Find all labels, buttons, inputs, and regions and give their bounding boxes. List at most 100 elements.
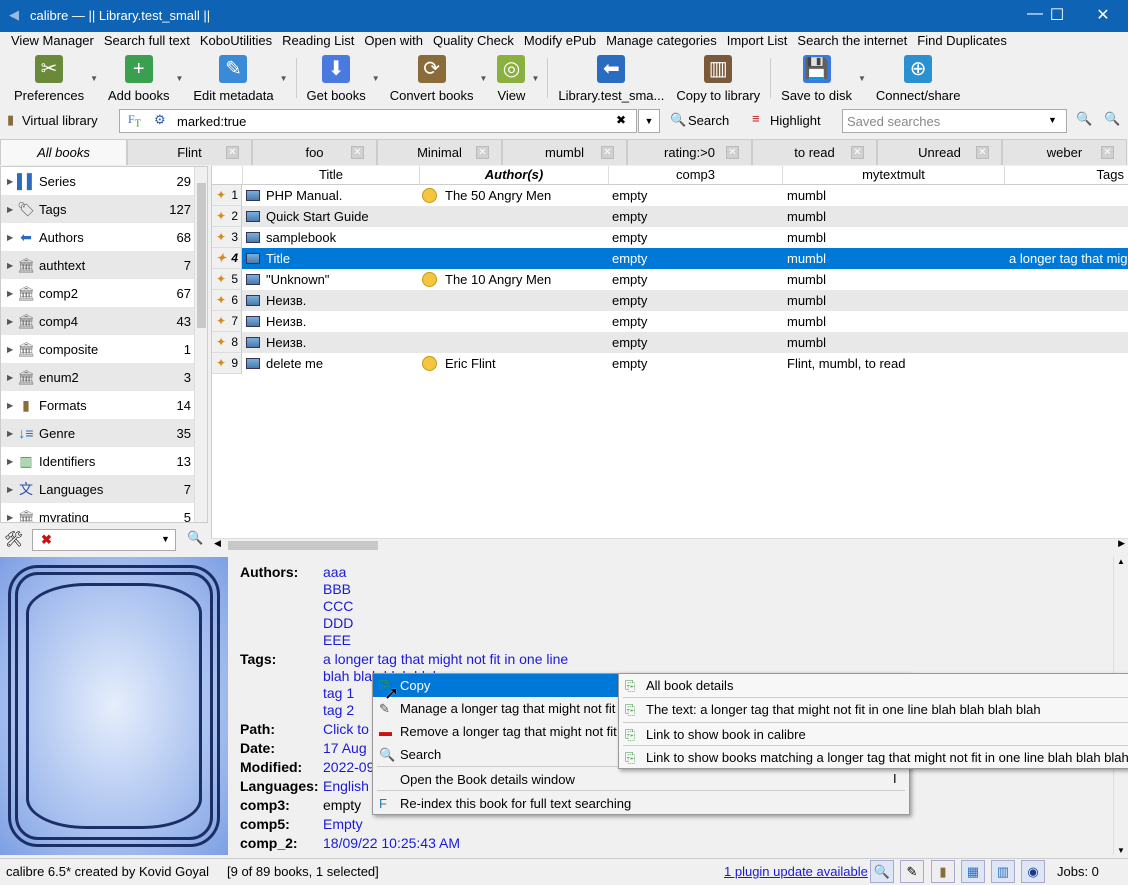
- tag-category-series[interactable]: ▶ ▌▌ Series 29: [1, 167, 195, 195]
- tab-minimal[interactable]: Minimal ✕: [377, 139, 502, 165]
- detail-value[interactable]: tag 2: [323, 702, 354, 718]
- menu-modify-epub[interactable]: Modify ePub: [519, 32, 601, 51]
- menu-find-duplicates[interactable]: Find Duplicates: [912, 32, 1012, 51]
- table-row[interactable]: ✦6Неизв.Cajkovskij, Petr Ilicemptymumbl: [212, 290, 1128, 311]
- tag-browser-filter-input[interactable]: ✖ ▼: [32, 529, 176, 551]
- tag-category-tags[interactable]: ▶ 🏷 Tags 127: [1, 195, 195, 223]
- search-history-dropdown[interactable]: ▼: [638, 109, 660, 133]
- table-row[interactable]: ✦7Неизв.Булгариан, фанemptymumbl: [212, 311, 1128, 332]
- table-row[interactable]: ✦ 5 "Unknown" The 10 Angry Men empty mumbl: [212, 269, 1128, 290]
- close-tab-icon[interactable]: ✕: [351, 146, 364, 159]
- tab-rating-0[interactable]: rating:>0 ✕: [627, 139, 752, 165]
- detail-value[interactable]: CCC: [323, 598, 353, 614]
- tab-mumbl[interactable]: mumbl ✕: [502, 139, 627, 165]
- close-tab-icon[interactable]: ✕: [1101, 146, 1114, 159]
- menu-manage-categories[interactable]: Manage categories: [601, 32, 722, 51]
- clear-icon[interactable]: ✖: [41, 532, 52, 548]
- column-header-tags[interactable]: Tags: [1005, 166, 1128, 185]
- saved-search-icon[interactable]: 🔍: [1076, 111, 1092, 127]
- dropdown-arrow-icon[interactable]: ▼: [372, 74, 380, 83]
- expand-arrow-icon[interactable]: ▶: [7, 429, 17, 438]
- detail-value[interactable]: aaa: [323, 564, 346, 580]
- detail-value[interactable]: a longer tag that might not fit in one l…: [323, 651, 568, 667]
- detail-value[interactable]: EEE: [323, 632, 351, 648]
- detail-value[interactable]: DDD: [323, 615, 353, 631]
- tag-category-authtext[interactable]: ▶ 🏛 authtext 7: [1, 251, 195, 279]
- tag-category-myrating[interactable]: ▶ 🏛 myrating 5: [1, 503, 195, 523]
- grid-view-icon[interactable]: ▦: [961, 860, 985, 883]
- close-tab-icon[interactable]: ✕: [976, 146, 989, 159]
- detail-value[interactable]: 17 Aug: [323, 740, 367, 756]
- detail-value[interactable]: tag 1: [323, 685, 354, 701]
- tab-to-read[interactable]: to read ✕: [752, 139, 877, 165]
- tag-category-authors[interactable]: ▶ ⬅ Authors 68: [1, 223, 195, 251]
- toolbar-copy-to-librarybutton[interactable]: ▥ Copy to library: [670, 52, 766, 104]
- row-number[interactable]: ✦ 4: [212, 248, 242, 269]
- detail-value[interactable]: English: [323, 778, 369, 794]
- chevron-down-icon[interactable]: ▼: [1048, 115, 1057, 125]
- toolbar-get-booksbutton[interactable]: ⬇ Get books: [301, 52, 372, 104]
- row-number[interactable]: ✦ 6: [212, 290, 242, 311]
- search-icon[interactable]: 🔍: [870, 860, 894, 883]
- detail-value[interactable]: BBB: [323, 581, 351, 597]
- tag-category-formats[interactable]: ▶ ▮ Formats 14: [1, 391, 195, 419]
- horizontal-scrollbar[interactable]: ◀ ▶: [211, 538, 1128, 552]
- dropdown-arrow-icon[interactable]: ▼: [480, 74, 488, 83]
- menu-search-full-text[interactable]: Search full text: [99, 32, 195, 51]
- close-button[interactable]: ✕: [1080, 5, 1126, 25]
- detail-value[interactable]: Empty: [323, 816, 363, 832]
- context-menu-item-reindex[interactable]: F Re-index this book for full text search…: [373, 792, 909, 815]
- dropdown-arrow-icon[interactable]: ▼: [90, 74, 98, 83]
- expand-arrow-icon[interactable]: ▶: [7, 373, 17, 382]
- copy-submenu-item[interactable]: ⎘ All book details: [619, 674, 1128, 697]
- add-saved-search-icon[interactable]: 🔍: [1104, 111, 1120, 127]
- table-row[interactable]: ✦4Titleaaa & BBB & CCC & DD...emptymumbl…: [212, 248, 1128, 269]
- tag-category-languages[interactable]: ▶ 文 Languages 7: [1, 475, 195, 503]
- table-row[interactable]: ✦2Quick Start GuideJohn Schemberemptymum…: [212, 206, 1128, 227]
- menu-search-the-internet[interactable]: Search the internet: [792, 32, 912, 51]
- toolbar-convert-booksbutton[interactable]: ⟳ Convert books: [384, 52, 480, 104]
- tab-unread[interactable]: Unread ✕: [877, 139, 1002, 165]
- table-row[interactable]: ✦ 9 delete me Eric Flint empty Flint, mumbl, …: [212, 353, 1128, 374]
- tab-weber[interactable]: weber ✕: [1002, 139, 1127, 165]
- menu-open-with[interactable]: Open with: [359, 32, 428, 51]
- column-header-mytextmult[interactable]: mytextmult: [783, 166, 1005, 185]
- tag-icon[interactable]: ✎: [900, 860, 924, 883]
- column-header-authors[interactable]: Author(s): [420, 166, 609, 185]
- menu-koboutilities[interactable]: KoboUtilities: [195, 32, 277, 51]
- expand-arrow-icon[interactable]: ▶: [7, 289, 17, 298]
- book-cover[interactable]: [0, 557, 228, 855]
- tag-browser-scrollbar[interactable]: [194, 167, 207, 522]
- copy-submenu-item[interactable]: ⎘ Link to show book in calibre: [619, 723, 1128, 746]
- maximize-button[interactable]: ☐: [1034, 5, 1080, 25]
- toolbar-edit-metadatabutton[interactable]: ✎ Edit metadata: [187, 52, 279, 104]
- copy-submenu-item[interactable]: ⎘ Link to show books matching a longer ta…: [619, 746, 1128, 769]
- search-input[interactable]: FT ⚙ marked:true ✖: [119, 109, 637, 133]
- dropdown-arrow-icon[interactable]: ▼: [531, 74, 539, 83]
- close-tab-icon[interactable]: ✕: [601, 146, 614, 159]
- book-icon[interactable]: ▮: [931, 860, 955, 883]
- close-tab-icon[interactable]: ✕: [726, 146, 739, 159]
- column-header-title[interactable]: Title: [243, 166, 420, 185]
- dropdown-arrow-icon[interactable]: ▼: [175, 74, 183, 83]
- close-tab-icon[interactable]: ✕: [226, 146, 239, 159]
- row-number[interactable]: ✦ 7: [212, 311, 242, 332]
- tag-category-genre[interactable]: ▶ ↓≡ Genre 35: [1, 419, 195, 447]
- expand-arrow-icon[interactable]: ▶: [7, 317, 17, 326]
- chevron-down-icon[interactable]: ▼: [161, 534, 170, 544]
- search-button[interactable]: Search: [688, 113, 729, 128]
- tag-category-comp4[interactable]: ▶ 🏛 comp4 43: [1, 307, 195, 335]
- tag-category-comp2[interactable]: ▶ 🏛 comp2 67: [1, 279, 195, 307]
- expand-arrow-icon[interactable]: ▶: [7, 261, 17, 270]
- toolbar-connect-sharebutton[interactable]: ⊕ Connect/share: [870, 52, 967, 104]
- detail-value[interactable]: 18/09/22 10:25:43 AM: [323, 835, 460, 851]
- tag-browser-config-icon[interactable]: 🛠: [4, 530, 23, 548]
- close-tab-icon[interactable]: ✕: [476, 146, 489, 159]
- column-header-comp3[interactable]: comp3: [609, 166, 783, 185]
- close-tab-icon[interactable]: ✕: [851, 146, 864, 159]
- row-number[interactable]: ✦ 8: [212, 332, 242, 353]
- detail-value[interactable]: 2022-09: [323, 759, 374, 775]
- row-number[interactable]: ✦ 9: [212, 353, 242, 374]
- expand-arrow-icon[interactable]: ▶: [7, 205, 17, 214]
- eye-icon[interactable]: ◉: [1021, 860, 1045, 883]
